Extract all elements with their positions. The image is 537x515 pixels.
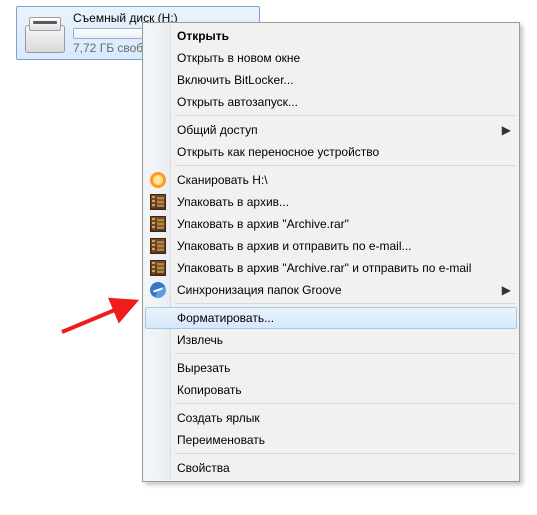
winrar-icon <box>150 260 166 276</box>
submenu-arrow-icon: ▶ <box>502 279 511 301</box>
menu-format[interactable]: Форматировать... <box>145 307 517 329</box>
menu-label: Упаковать в архив "Archive.rar" <box>177 217 349 231</box>
menu-label: Упаковать в архив и отправить по e-mail.… <box>177 239 412 253</box>
menu-label: Копировать <box>177 383 242 397</box>
menu-cut[interactable]: Вырезать <box>145 357 517 379</box>
avast-icon <box>150 172 166 188</box>
menu-groove-sync[interactable]: Синхронизация папок Groove ▶ <box>145 279 517 301</box>
menu-label: Открыть в новом окне <box>177 51 300 65</box>
menu-eject[interactable]: Извлечь <box>145 329 517 351</box>
menu-rar-pack-named[interactable]: Упаковать в архив "Archive.rar" <box>145 213 517 235</box>
menu-autoplay[interactable]: Открыть автозапуск... <box>145 91 517 113</box>
submenu-arrow-icon: ▶ <box>502 119 511 141</box>
menu-label: Общий доступ <box>177 123 258 137</box>
menu-open-new-window[interactable]: Открыть в новом окне <box>145 47 517 69</box>
menu-label: Извлечь <box>177 333 223 347</box>
menu-bitlocker[interactable]: Включить BitLocker... <box>145 69 517 91</box>
groove-icon <box>150 282 166 298</box>
menu-rename[interactable]: Переименовать <box>145 429 517 451</box>
menu-label: Форматировать... <box>177 311 274 325</box>
winrar-icon <box>150 238 166 254</box>
removable-drive-icon <box>23 11 67 55</box>
winrar-icon <box>150 216 166 232</box>
menu-rar-pack-mail[interactable]: Упаковать в архив и отправить по e-mail.… <box>145 235 517 257</box>
menu-label: Переименовать <box>177 433 265 447</box>
menu-portable-device[interactable]: Открыть как переносное устройство <box>145 141 517 163</box>
menu-label: Открыть <box>177 29 229 43</box>
menu-label: Создать ярлык <box>177 411 260 425</box>
annotation-arrow-icon <box>58 296 142 336</box>
menu-label: Открыть автозапуск... <box>177 95 298 109</box>
menu-label: Свойства <box>177 461 230 475</box>
menu-rar-pack[interactable]: Упаковать в архив... <box>145 191 517 213</box>
menu-copy[interactable]: Копировать <box>145 379 517 401</box>
menu-properties[interactable]: Свойства <box>145 457 517 479</box>
menu-label: Вырезать <box>177 361 230 375</box>
menu-rar-pack-named-mail[interactable]: Упаковать в архив "Archive.rar" и отправ… <box>145 257 517 279</box>
menu-label: Сканировать H:\ <box>177 173 268 187</box>
menu-label: Синхронизация папок Groove <box>177 283 342 297</box>
menu-label: Включить BitLocker... <box>177 73 294 87</box>
context-menu: Открыть Открыть в новом окне Включить Bi… <box>142 22 520 482</box>
menu-label: Упаковать в архив... <box>177 195 289 209</box>
menu-label: Упаковать в архив "Archive.rar" и отправ… <box>177 261 471 275</box>
menu-open[interactable]: Открыть <box>145 25 517 47</box>
winrar-icon <box>150 194 166 210</box>
menu-create-shortcut[interactable]: Создать ярлык <box>145 407 517 429</box>
menu-scan[interactable]: Сканировать H:\ <box>145 169 517 191</box>
menu-sharing[interactable]: Общий доступ ▶ <box>145 119 517 141</box>
menu-label: Открыть как переносное устройство <box>177 145 379 159</box>
